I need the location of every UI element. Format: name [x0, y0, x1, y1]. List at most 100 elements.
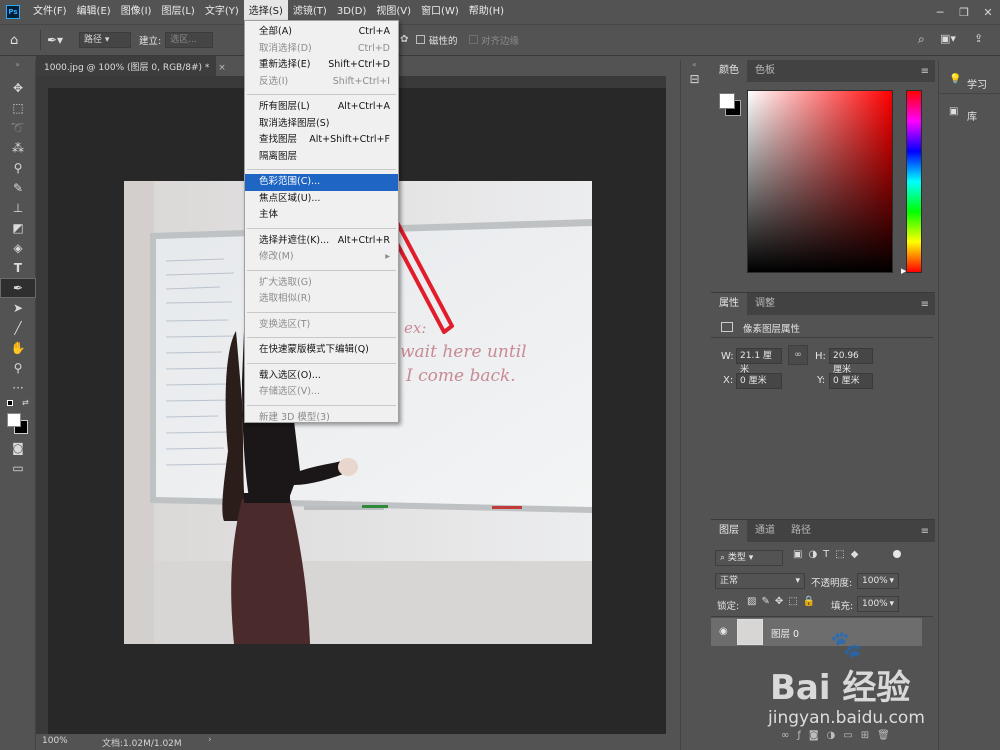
select-menu-item[interactable]: 重新选择(E) Shift+Ctrl+D	[245, 57, 398, 74]
color-field[interactable]	[747, 90, 893, 273]
more-tools-icon[interactable]: ···	[0, 378, 36, 398]
select-menu-item[interactable]: 所有图层(L) Alt+Ctrl+A	[245, 99, 398, 116]
search-icon[interactable]: ⌕	[918, 32, 925, 47]
menu-item[interactable]: 文字(Y)	[200, 0, 244, 24]
select-menu-item[interactable]: 主体	[245, 207, 398, 224]
layer-visibility-eye-icon[interactable]: ◉	[719, 626, 728, 637]
select-menu-item[interactable]: 载入选区(O)...	[245, 368, 398, 385]
restore-icon[interactable]: ❐	[952, 6, 976, 19]
learn-item[interactable]: 💡 学习	[939, 68, 1000, 94]
magnetic-checkbox[interactable]	[416, 35, 425, 44]
close-window-icon[interactable]: ✕	[976, 6, 1000, 19]
menu-item[interactable]: 编辑(E)	[72, 0, 116, 24]
swap-colors-icon[interactable]: ⇄	[22, 398, 29, 407]
layer-filter-icons[interactable]: ▣◑T⬚◆	[793, 549, 864, 560]
eyedropper-tool-icon[interactable]: ⚲	[0, 158, 36, 178]
select-menu-item[interactable]: 焦点区域(U)...	[245, 191, 398, 208]
tab-color[interactable]: 颜色	[711, 60, 747, 82]
quick-mask-icon[interactable]: ◙	[0, 438, 36, 458]
magic-wand-tool-icon[interactable]: ⁂	[0, 138, 36, 158]
tab-properties[interactable]: 属性	[711, 293, 747, 315]
select-menu-dropdown: 全部(A) Ctrl+A 取消选择(D) Ctrl+D 重新选择(E) Shift+Ctr…	[244, 20, 399, 423]
color-swatches[interactable]	[0, 412, 35, 438]
link-dimensions-icon[interactable]: ∞	[788, 345, 808, 365]
move-tool-icon[interactable]: ✥	[0, 78, 36, 98]
gear-icon[interactable]: ✿	[400, 34, 410, 45]
paint-bucket-tool-icon[interactable]: ◈	[0, 238, 36, 258]
y-field[interactable]: 0 厘米	[829, 373, 873, 389]
strip-collapse-icon[interactable]: «	[681, 60, 708, 72]
menu-item-label: 所有图层(L)	[259, 101, 310, 112]
stamp-tool-icon[interactable]: ⊥	[0, 198, 36, 218]
menu-separator	[247, 404, 396, 406]
type-tool-icon[interactable]: T	[0, 258, 36, 278]
workspace-icon[interactable]: ▣▾	[940, 32, 956, 45]
line-tool-icon[interactable]: ╱	[0, 318, 36, 338]
foreground-color-swatch[interactable]	[7, 413, 21, 427]
menu-item[interactable]: 文件(F)	[28, 0, 72, 24]
document-tab[interactable]: 1000.jpg @ 100% (图层 0, RGB/8#) * ×	[36, 56, 226, 76]
hand-tool-icon[interactable]: ✋	[0, 338, 36, 358]
menu-item[interactable]: 窗口(W)	[416, 0, 464, 24]
toolbar-collapse-icon[interactable]: »	[0, 60, 35, 78]
hue-slider-handle-icon[interactable]: ▶	[901, 267, 906, 275]
menu-item[interactable]: 帮助(H)	[464, 0, 509, 24]
learn-label: 学习	[967, 80, 987, 91]
libraries-item[interactable]: ▣ 库	[939, 100, 1000, 126]
layer-row[interactable]: ◉ 图层 0	[711, 618, 922, 646]
menu-item-shortcut: Alt+Ctrl+A	[337, 101, 390, 112]
tab-channels[interactable]: 通道	[747, 520, 783, 542]
x-field[interactable]: 0 厘米	[736, 373, 782, 389]
share-icon[interactable]: ⇪	[974, 32, 983, 45]
hue-slider[interactable]	[906, 90, 922, 273]
screen-mode-icon[interactable]: ▭	[0, 458, 36, 478]
fill-field[interactable]: 100% ▾	[857, 596, 899, 612]
lock-icons[interactable]: ▨✎✥⬚🔒	[747, 596, 820, 607]
height-field[interactable]: 20.96 厘米	[829, 348, 873, 375]
layer-footer-icons[interactable]: ∞ƒ◙◑▭⊞🗑	[781, 730, 898, 741]
select-menu-item[interactable]: 色彩范围(C)...	[245, 174, 398, 191]
tab-paths[interactable]: 路径	[783, 520, 819, 542]
lasso-tool-icon[interactable]: ➰	[0, 118, 36, 138]
eraser-tool-icon[interactable]: ◩	[0, 218, 36, 238]
select-menu-item[interactable]: 查找图层 Alt+Shift+Ctrl+F	[245, 132, 398, 149]
layers-panel-menu-icon[interactable]: ≡	[921, 526, 929, 537]
zoom-tool-icon[interactable]: ⚲	[0, 358, 36, 378]
pen-mode-select[interactable]: 路径 ▾	[79, 32, 131, 48]
tab-layers[interactable]: 图层	[711, 520, 747, 542]
properties-panel-menu-icon[interactable]: ≡	[921, 299, 929, 310]
history-icon[interactable]: ⊟	[681, 72, 708, 94]
pen-tool-preset-icon[interactable]: ✒▾	[47, 33, 73, 47]
fg-color-chip[interactable]	[719, 93, 735, 109]
layer-name[interactable]: 图层 0	[771, 626, 799, 640]
select-menu-item[interactable]: 隔离图层	[245, 149, 398, 166]
select-menu-item[interactable]: 选择并遮住(K)... Alt+Ctrl+R	[245, 233, 398, 250]
marquee-tool-icon[interactable]: ⬚	[0, 98, 36, 118]
blend-mode-select[interactable]: 正常 ▾	[715, 573, 805, 589]
zoom-level[interactable]: 100%	[42, 736, 68, 746]
home-icon[interactable]: ⌂	[10, 33, 34, 48]
tools-panel: » ✥ ⬚ ➰ ⁂ ⚲ ✎ ⊥ ◩ ◈ T ✒ ➤ ╱ ✋ ⚲ ··· ⇄ ◙ …	[0, 60, 36, 750]
select-menu-item[interactable]: 全部(A) Ctrl+A	[245, 24, 398, 41]
select-menu-item[interactable]: 取消选择图层(S)	[245, 116, 398, 133]
default-colors-icon[interactable]: ⇄	[0, 398, 35, 412]
pen-tool-icon[interactable]: ✒	[0, 278, 36, 298]
minimize-icon[interactable]: ─	[928, 6, 952, 19]
path-select-tool-icon[interactable]: ➤	[0, 298, 36, 318]
menu-item[interactable]: 图层(L)	[156, 0, 199, 24]
status-expand-icon[interactable]: ›	[208, 735, 212, 745]
tab-swatches[interactable]: 色板	[747, 60, 783, 82]
close-tab-icon[interactable]: ×	[218, 63, 226, 73]
opacity-field[interactable]: 100% ▾	[857, 573, 899, 589]
tab-adjustments[interactable]: 调整	[747, 293, 783, 315]
layer-filter-value: 类型	[727, 553, 746, 563]
layer-filter-select[interactable]: ⌕ 类型 ▾	[715, 550, 783, 566]
filter-toggle-icon[interactable]	[893, 550, 901, 558]
width-field[interactable]: 21.1 厘米	[736, 348, 782, 375]
align-edges-checkbox[interactable]	[469, 35, 478, 44]
menu-item[interactable]: 图像(I)	[116, 0, 157, 24]
brush-tool-icon[interactable]: ✎	[0, 178, 36, 198]
select-menu-item[interactable]: 在快速蒙版模式下编辑(Q)	[245, 342, 398, 359]
color-panel-menu-icon[interactable]: ≡	[921, 66, 929, 77]
make-selection-button[interactable]: 选区...	[165, 32, 214, 48]
